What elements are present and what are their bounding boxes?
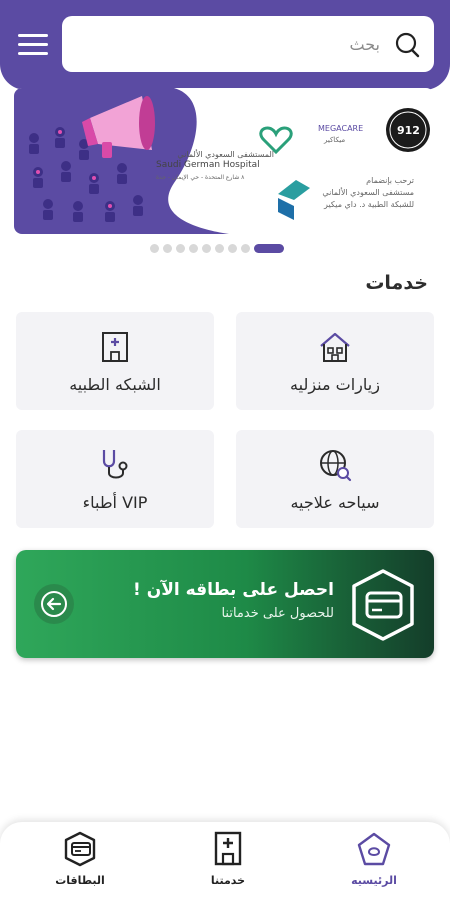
carousel-dot[interactable] <box>241 244 250 253</box>
badge-912: 912 <box>397 124 420 137</box>
carousel-dot[interactable] <box>202 244 211 253</box>
welcome-line-2: مستشفى السعودي الألماني <box>322 188 414 197</box>
carousel-dot[interactable] <box>215 244 224 253</box>
card-icon <box>352 569 414 641</box>
hospital-icon <box>214 831 242 866</box>
carousel-dot[interactable] <box>228 244 237 253</box>
megacare-logo-text-ar: ميكاكير <box>324 136 346 144</box>
service-vip-doctors[interactable]: VIP أطباء <box>16 430 214 528</box>
welcome-line-3: للشبكة الطبية د. داي ميكير <box>324 200 414 209</box>
stethoscope-icon <box>102 449 128 478</box>
cards-icon <box>64 831 96 867</box>
hospital-icon <box>102 331 128 362</box>
arrow-left-icon[interactable] <box>34 584 74 624</box>
house-icon <box>320 332 350 362</box>
service-medical-tourism[interactable]: سياحه علاجيه <box>236 430 434 528</box>
menu-line <box>18 52 48 55</box>
top-app-bar <box>0 0 450 90</box>
carousel-dot[interactable] <box>189 244 198 253</box>
nav-label: البطاقات <box>55 874 105 887</box>
nav-cards[interactable]: البطاقات <box>30 830 130 894</box>
get-card-promo-button[interactable]: احصل على بطاقه الآن ! للحصول على خدماتنا <box>16 550 434 658</box>
search-input[interactable] <box>62 34 392 54</box>
nav-home[interactable]: الرئيسيه <box>324 830 424 894</box>
nav-label: الرئيسيه <box>351 874 397 887</box>
carousel-dot[interactable] <box>176 244 185 253</box>
hospital-name-en: Saudi German Hospital <box>156 160 260 170</box>
hamburger-menu-button[interactable] <box>18 34 48 58</box>
search-icon[interactable] <box>392 30 420 58</box>
nav-label: خدمتنا <box>210 874 246 887</box>
menu-line <box>18 34 48 37</box>
hospital-address: ٨ شارع المتحدة - حي الإيمان - جدة <box>156 174 245 181</box>
bottom-navigation: الرئيسيه خدمتنا البطاقات <box>0 822 450 900</box>
welcome-line-1: ترحب بإنضمام <box>366 176 414 185</box>
service-label: زيارات منزليه <box>290 374 380 394</box>
service-label: سياحه علاجيه <box>290 492 380 512</box>
service-label: الشبكه الطبيه <box>69 374 161 394</box>
megacare-logo-text: MEGACARE <box>318 124 364 133</box>
home-icon <box>357 832 391 866</box>
services-title: خدمات <box>365 272 428 294</box>
nav-services[interactable]: خدمتنا <box>178 830 278 894</box>
promo-banner-carousel[interactable]: المستشفى السعودي الألماني Saudi German H… <box>14 88 434 234</box>
promo-subtitle: للحصول على خدماتنا <box>221 606 334 621</box>
service-home-visits[interactable]: زيارات منزليه <box>236 312 434 410</box>
globe-search-icon <box>320 449 352 481</box>
service-label: VIP أطباء <box>82 492 148 512</box>
search-bar[interactable] <box>62 16 434 72</box>
hospital-name-ar: المستشفى السعودي الألماني <box>177 150 274 159</box>
promo-title: احصل على بطاقه الآن ! <box>133 580 334 600</box>
carousel-dot[interactable] <box>163 244 172 253</box>
menu-line <box>18 43 48 46</box>
carousel-dot[interactable] <box>150 244 159 253</box>
service-medical-network[interactable]: الشبكه الطبيه <box>16 312 214 410</box>
carousel-dot-active[interactable] <box>254 244 284 253</box>
carousel-indicator <box>150 244 284 253</box>
